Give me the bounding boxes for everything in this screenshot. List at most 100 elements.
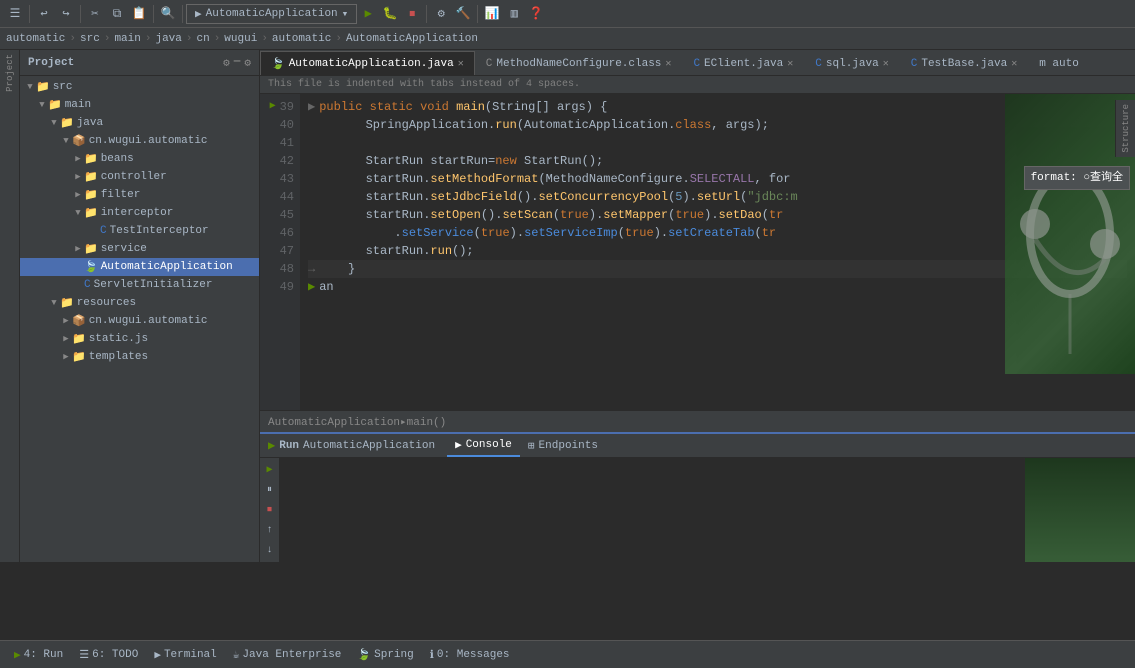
tree-label: cn.wugui.automatic [89,135,208,147]
code-content[interactable]: ▶ public static void main(String[] args)… [300,94,1135,410]
run-tab-endpoints[interactable]: ⊞ Endpoints [520,434,606,457]
build-btn[interactable]: 🔨 [452,3,474,25]
java-file-icon: C [84,279,91,291]
breadcrumb-item[interactable]: automatic [6,33,65,45]
vcs-btn[interactable]: 📊 [481,3,503,25]
tree-item-service[interactable]: ▶ 📁 service [20,240,259,258]
tab-close-btn[interactable]: ✕ [787,58,793,70]
debug-btn[interactable]: 🐛 [379,3,401,25]
tabs-bar: 🍃 AutomaticApplication.java ✕ C MethodNa… [260,50,1135,76]
breadcrumb-item[interactable]: AutomaticApplication [346,33,478,45]
find-btn[interactable]: 🔍 [157,3,179,25]
messages-status-btn[interactable]: ℹ 0: Messages [424,641,516,668]
tree-label: static.js [89,333,148,345]
undo-btn[interactable]: ↩ [33,3,55,25]
run-tab-console[interactable]: ▶ Console [447,434,520,457]
menu-icon[interactable]: ☰ [4,3,26,25]
spring-status-btn[interactable]: 🍃 Spring [351,641,419,668]
run-btn[interactable]: ▶ [357,3,379,25]
run-stop-btn[interactable]: ⏹ [262,502,278,518]
tab-close-btn[interactable]: ✕ [665,58,671,70]
run-down-btn[interactable]: ↓ [262,542,278,558]
folder-icon: 📁 [84,188,98,202]
breadcrumb-item[interactable]: cn [196,33,209,45]
tree-item-servlet[interactable]: C ServletInitializer [20,276,259,294]
tooltip-popup: format: ○查询全 [1024,166,1130,190]
tab-method-config[interactable]: C MethodNameConfigure.class ✕ [475,51,683,75]
tab-label: sql.java [826,58,879,70]
java-icon: ☕ [233,648,240,662]
tree-item-templates[interactable]: ▶ 📁 templates [20,348,259,366]
todo-status-btn[interactable]: ☰ 6: TODO [73,641,144,668]
tab-sql[interactable]: C sql.java ✕ [804,51,899,75]
project-tree: ▼ 📁 src ▼ 📁 main ▼ 📁 java ▼ 📦 cn.wugui.a… [20,76,259,562]
breadcrumb-item[interactable]: wugui [224,33,257,45]
breadcrumb-item[interactable]: main [114,33,140,45]
tab-label: EClient.java [704,58,783,70]
tree-item-beans[interactable]: ▶ 📁 beans [20,150,259,168]
tree-item-static[interactable]: ▶ 📁 static.js [20,330,259,348]
run-config-arrow: ▾ [342,7,349,21]
tab-close-btn[interactable]: ✕ [883,58,889,70]
tree-item-testinterceptor[interactable]: C TestInterceptor [20,222,259,240]
tree-item-src[interactable]: ▼ 📁 src [20,78,259,96]
help-btn[interactable]: ❓ [525,3,547,25]
structure-icon[interactable]: Structure [1121,104,1131,153]
tree-item-package[interactable]: ▼ 📦 cn.wugui.automatic [20,132,259,150]
run-play-btn[interactable]: ▶ [262,462,278,478]
paste-btn[interactable]: 📋 [128,3,150,25]
tree-item-filter[interactable]: ▶ 📁 filter [20,186,259,204]
terminal-btn[interactable]: ▥ [503,3,525,25]
run-title: Run [279,440,299,452]
sidebar-close-icon[interactable]: — [234,56,241,70]
java-file-icon: C [100,225,107,237]
tab-testbase[interactable]: C TestBase.java ✕ [900,51,1028,75]
java-enterprise-btn[interactable]: ☕ Java Enterprise [227,641,348,668]
run-config-dropdown[interactable]: ▶ AutomaticApplication ▾ [186,4,357,24]
messages-icon: ℹ [430,648,434,662]
code-editor[interactable]: ▶39 40 41 42 43 44 45 46 47 48 49 ▶ publ… [260,94,1135,410]
stop-btn[interactable]: ⏹ [401,3,423,25]
tab-close-btn[interactable]: ✕ [1011,58,1017,70]
tab-automatic-app[interactable]: 🍃 AutomaticApplication.java ✕ [260,51,475,75]
sidebar-gear-icon[interactable]: ⚙ [244,56,251,70]
redo-btn[interactable]: ↪ [55,3,77,25]
run-up-btn[interactable]: ↑ [262,522,278,538]
tree-label: templates [89,351,148,363]
cut-btn[interactable]: ✂ [84,3,106,25]
tab-eclient[interactable]: C EClient.java ✕ [682,51,804,75]
tree-item-automatic-app[interactable]: 🍃 AutomaticApplication [20,258,259,276]
settings-btn[interactable]: ⚙ [430,3,452,25]
folder-icon: 📁 [72,350,86,364]
tree-item-interceptor[interactable]: ▼ 📁 interceptor [20,204,259,222]
breadcrumb-sep: › [214,33,221,45]
tree-arrow: ▶ [72,244,84,254]
tree-arrow: ▼ [48,298,60,308]
tree-label: beans [101,153,134,165]
tree-arrow: ▼ [24,82,36,92]
file-info-text: This file is indented with tabs instead … [268,79,580,90]
sidebar-settings-icon[interactable]: ⚙ [223,56,230,70]
tab-m-auto[interactable]: m auto [1028,51,1090,75]
run-pause-btn[interactable]: ⏸ [262,482,278,498]
tree-arrow: ▶ [60,334,72,344]
folder-icon: 📁 [84,170,98,184]
tree-arrow: ▼ [48,118,60,128]
separator-4 [182,5,183,23]
project-sidebar: Project ⚙ — ⚙ ▼ 📁 src ▼ 📁 main ▼ [20,50,260,562]
breadcrumb-item[interactable]: src [80,33,100,45]
tree-item-main[interactable]: ▼ 📁 main [20,96,259,114]
run-status-btn[interactable]: ▶ 4: Run [8,641,69,668]
separator-5 [426,5,427,23]
breadcrumb-item[interactable]: automatic [272,33,331,45]
tree-item-controller[interactable]: ▶ 📁 controller [20,168,259,186]
tree-item-resources[interactable]: ▼ 📁 resources [20,294,259,312]
tree-item-res-package[interactable]: ▶ 📦 cn.wugui.automatic [20,312,259,330]
copy-btn[interactable]: ⧉ [106,3,128,25]
breadcrumb-sep: › [335,33,342,45]
breadcrumb-item[interactable]: java [155,33,181,45]
tab-close-btn[interactable]: ✕ [458,58,464,70]
project-panel-icon[interactable]: Project [5,54,15,92]
tree-item-java[interactable]: ▼ 📁 java [20,114,259,132]
terminal-status-btn[interactable]: ▶ Terminal [148,641,222,668]
